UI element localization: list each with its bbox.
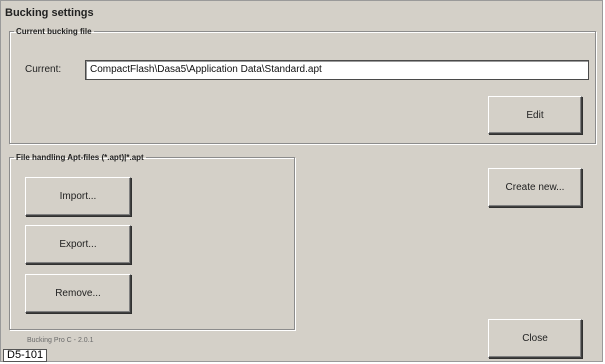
close-button[interactable]: Close <box>488 319 582 358</box>
remove-button[interactable]: Remove... <box>25 274 131 313</box>
current-bucking-file-legend: Current bucking file <box>16 27 92 36</box>
edit-button[interactable]: Edit <box>488 96 582 134</box>
current-label: Current: <box>25 64 62 75</box>
create-new-button[interactable]: Create new... <box>488 168 582 207</box>
file-handling-legend: File handling Apt-files (*.apt)|*.apt <box>16 153 144 162</box>
figure-label: D5-101 <box>3 349 48 362</box>
export-button[interactable]: Export... <box>25 225 131 264</box>
import-button[interactable]: Import... <box>25 177 131 216</box>
current-file-path-field[interactable]: CompactFlash\Dasa5\Application Data\Stan… <box>85 60 589 80</box>
version-text: Bucking Pro C - 2.0.1 <box>27 337 94 344</box>
window-title: Bucking settings <box>5 7 94 19</box>
bucking-settings-window: Bucking settings Current bucking file Cu… <box>0 0 603 362</box>
